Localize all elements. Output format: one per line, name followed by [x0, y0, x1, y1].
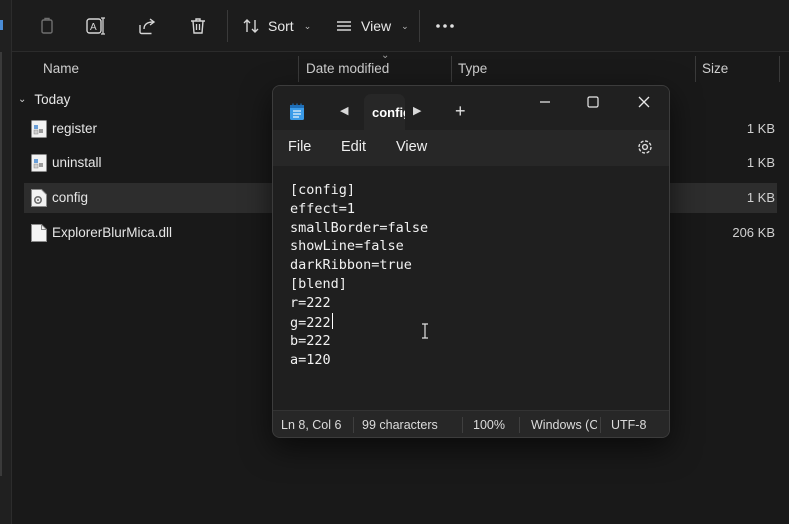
text-caret — [331, 312, 333, 329]
tab-scroll-right-icon[interactable]: ▶ — [413, 104, 421, 117]
column-header-row: Name Date modified ⌄ Type Size — [12, 50, 789, 84]
group-header-today[interactable]: ⌄ Today — [18, 88, 70, 110]
file-name: register — [52, 121, 98, 136]
status-divider — [600, 417, 601, 433]
notepad-window[interactable]: ◀ config ▶ + File Edit View [config] eff… — [272, 85, 670, 438]
rename-icon[interactable]: A — [83, 13, 109, 39]
group-label: Today — [34, 91, 71, 107]
new-tab-icon[interactable]: + — [455, 102, 466, 120]
view-button[interactable]: View ⌄ — [335, 12, 409, 40]
notepad-title-bar[interactable]: ◀ config ▶ + — [273, 86, 669, 130]
column-name[interactable]: Name — [36, 52, 298, 84]
toolbar-divider — [419, 10, 420, 42]
maximize-icon — [587, 96, 599, 108]
tab-label: config — [372, 105, 405, 120]
status-divider — [353, 417, 354, 433]
view-icon — [337, 21, 351, 31]
close-icon — [638, 96, 650, 108]
registry-file-icon — [31, 154, 47, 172]
menu-file[interactable]: File — [288, 139, 311, 155]
menu-view[interactable]: View — [396, 139, 427, 155]
editor-text[interactable]: [config] effect=1 smallBorder=false show… — [290, 181, 428, 370]
tab-scroll-left-icon[interactable]: ◀ — [340, 104, 348, 117]
file-size: 1 KB — [746, 121, 775, 136]
minimize-button[interactable] — [521, 86, 569, 118]
file-size: 206 KB — [732, 225, 775, 240]
document-file-icon — [31, 224, 47, 242]
sort-button[interactable]: Sort ⌄ — [242, 12, 311, 40]
status-encoding[interactable]: UTF-8 — [611, 418, 646, 432]
view-label: View — [361, 18, 392, 34]
column-type-label: Type — [458, 60, 488, 76]
file-name: ExplorerBlurMica.dll — [52, 225, 173, 240]
column-size[interactable]: Size — [695, 52, 779, 84]
column-type[interactable]: Type — [451, 52, 695, 84]
more-icon[interactable] — [432, 13, 458, 39]
file-name: uninstall — [52, 155, 102, 170]
svg-text:A: A — [90, 22, 97, 33]
settings-gear-icon[interactable] — [635, 137, 655, 157]
column-date-modified-label: Date modified — [306, 60, 390, 76]
text-editor-area[interactable]: [config] effect=1 smallBorder=false show… — [273, 166, 669, 410]
editor-text-before-caret: [config] effect=1 smallBorder=false show… — [290, 182, 429, 331]
tab-config[interactable]: config — [364, 94, 405, 130]
status-cursor-position: Ln 8, Col 6 — [281, 418, 342, 432]
column-divider[interactable] — [779, 56, 780, 82]
nav-indicator — [0, 20, 3, 30]
settings-file-icon — [31, 189, 47, 207]
status-line-ending[interactable]: Windows (C — [531, 418, 597, 432]
share-icon[interactable] — [134, 13, 160, 39]
file-name: config — [52, 190, 89, 205]
chevron-down-icon: ⌄ — [18, 93, 27, 105]
status-divider — [462, 417, 463, 433]
notepad-status-bar: Ln 8, Col 6 99 characters 100% Windows (… — [273, 410, 669, 437]
delete-icon[interactable] — [185, 13, 211, 39]
sort-label: Sort — [268, 18, 294, 34]
toolbar-divider — [227, 10, 228, 42]
file-size: 1 KB — [746, 155, 775, 170]
column-date-modified[interactable]: Date modified — [299, 52, 451, 84]
notepad-app-icon — [290, 103, 304, 120]
status-divider — [519, 417, 520, 433]
close-button[interactable] — [620, 86, 668, 118]
chevron-down-icon: ⌄ — [401, 20, 409, 31]
maximize-button[interactable] — [569, 86, 617, 118]
file-size: 1 KB — [746, 190, 775, 205]
sort-icon — [243, 19, 259, 33]
navigation-pane-edge — [0, 0, 12, 524]
explorer-command-bar: A Sort ⌄ View ⌄ — [12, 0, 789, 52]
editor-text-after-caret: b=222 a=120 — [290, 333, 331, 369]
status-character-count: 99 characters — [362, 418, 438, 432]
column-size-label: Size — [702, 60, 729, 76]
copy-icon[interactable] — [34, 13, 60, 39]
menu-edit[interactable]: Edit — [341, 139, 366, 155]
column-name-label: Name — [43, 60, 80, 76]
minimize-icon — [540, 101, 550, 103]
ibeam-cursor-icon — [422, 323, 428, 339]
nav-scrollbar[interactable] — [0, 52, 2, 476]
registry-file-icon — [31, 120, 47, 138]
notepad-menu-bar: File Edit View — [273, 130, 669, 166]
status-zoom[interactable]: 100% — [473, 418, 505, 432]
chevron-down-icon: ⌄ — [303, 20, 312, 31]
sort-indicator-icon: ⌄ — [381, 50, 390, 61]
